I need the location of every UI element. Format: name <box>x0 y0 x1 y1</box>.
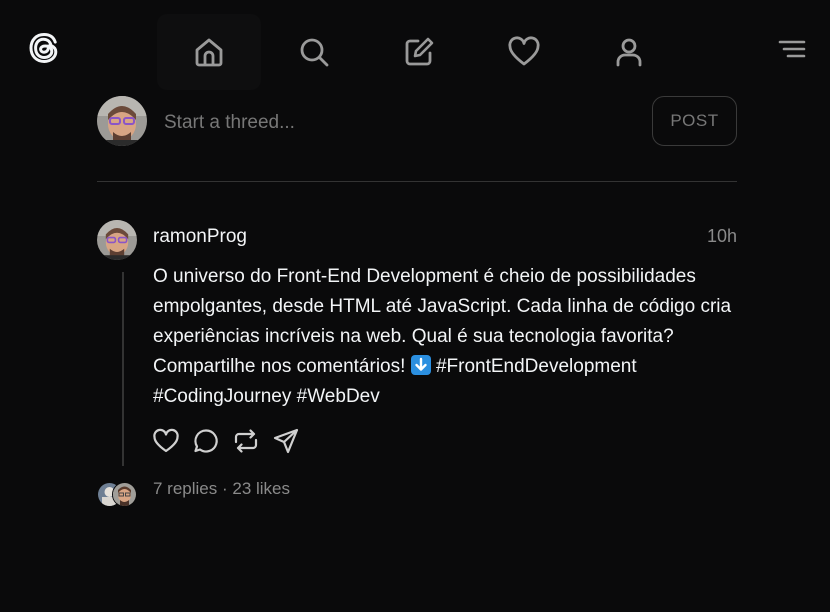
post-timestamp: 10h <box>706 226 737 246</box>
threads-logo-icon[interactable] <box>26 30 62 66</box>
replies-likes-count[interactable]: 7 replies · 23 likes <box>153 478 290 500</box>
menu-icon[interactable] <box>774 34 808 64</box>
share-button[interactable] <box>271 426 301 456</box>
nav-compose[interactable] <box>367 14 471 90</box>
repost-button[interactable] <box>231 426 261 456</box>
repost-icon <box>234 429 258 453</box>
comment-icon <box>194 429 218 453</box>
author-avatar[interactable] <box>97 220 137 260</box>
user-icon <box>616 38 642 67</box>
thread-line <box>122 272 124 466</box>
author-username[interactable]: ramonProg <box>153 226 247 248</box>
top-navigation <box>0 0 830 96</box>
new-thread-composer: POST <box>97 96 737 148</box>
nav-search[interactable] <box>262 14 366 90</box>
replier-avatar <box>112 482 137 507</box>
nav-home[interactable] <box>157 14 261 90</box>
thread-input[interactable] <box>162 108 626 138</box>
nav-profile[interactable] <box>577 14 681 90</box>
heart-icon <box>153 428 179 453</box>
arrow-down-emoji-icon <box>410 355 431 375</box>
post-actions <box>151 426 301 456</box>
divider <box>97 181 737 182</box>
post-content: O universo do Front-End Development é ch… <box>153 262 737 412</box>
nav-activity[interactable] <box>472 14 576 90</box>
home-icon <box>195 38 223 67</box>
heart-icon <box>508 36 540 66</box>
replies-summary: 7 replies · 23 likes <box>97 478 737 508</box>
like-button[interactable] <box>151 426 181 456</box>
edit-icon <box>405 37 434 66</box>
avatar <box>97 96 147 146</box>
reply-button[interactable] <box>191 426 221 456</box>
search-icon <box>300 38 329 67</box>
post-button[interactable]: POST <box>652 96 737 146</box>
send-icon <box>273 428 299 454</box>
